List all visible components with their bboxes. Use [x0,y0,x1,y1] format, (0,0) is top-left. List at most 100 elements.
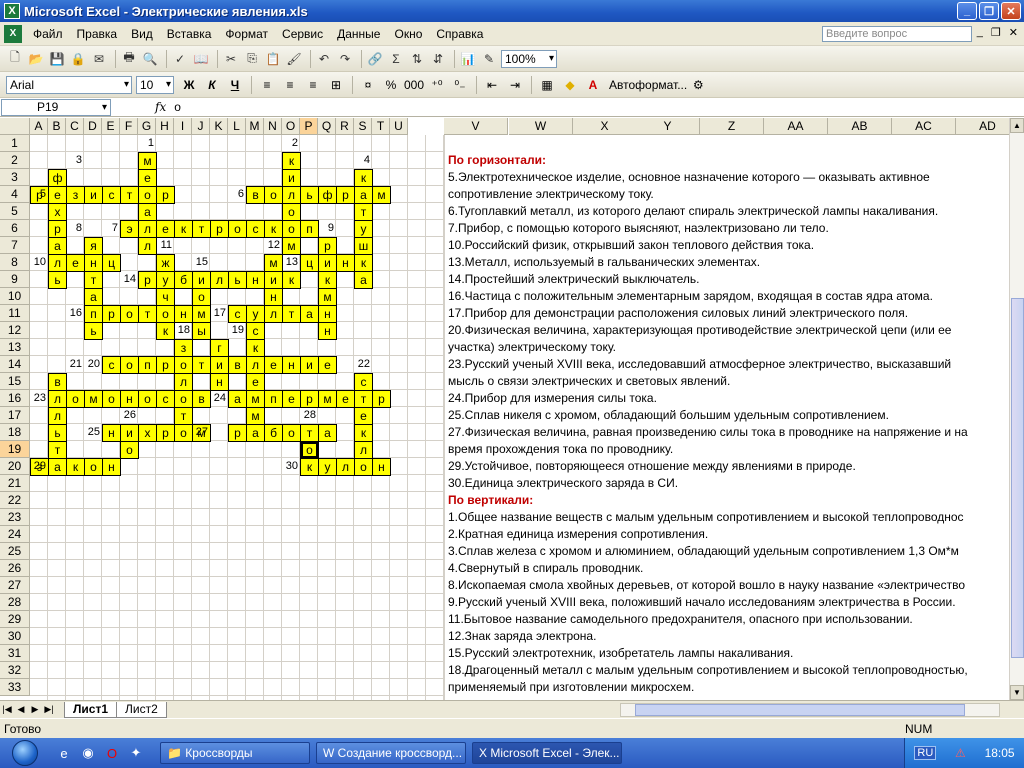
crossword-cell[interactable]: з [174,339,193,357]
research-icon[interactable]: 📖 [192,50,210,68]
crossword-cell[interactable]: ф [318,186,337,204]
row-header-15[interactable]: 15 [0,373,30,390]
crossword-cell[interactable]: м [84,390,103,408]
crossword-cell[interactable]: а [48,237,67,255]
row-header-5[interactable]: 5 [0,203,30,220]
crossword-cell[interactable]: т [300,424,319,442]
next-sheet-icon[interactable]: ▶ [28,704,42,715]
menu-view[interactable]: Вид [124,27,160,41]
crossword-cell[interactable]: о [120,356,139,374]
crossword-cell[interactable]: н [246,271,265,289]
crossword-cell[interactable]: п [264,390,283,408]
clue-text[interactable]: время прохождения тока по проводнику. [448,441,673,458]
crossword-cell[interactable]: ф [48,169,67,187]
crossword-cell[interactable]: н [282,356,301,374]
crossword-cell[interactable]: о [138,186,157,204]
row-header-20[interactable]: 20 [0,458,30,475]
select-all-corner[interactable] [0,118,30,135]
prev-sheet-icon[interactable]: ◀ [14,704,28,715]
crossword-cell[interactable]: з [66,186,85,204]
crossword-cell[interactable]: и [120,424,139,442]
crossword-cell[interactable]: т [174,407,193,425]
column-header-E[interactable]: E [102,118,120,135]
crossword-cell[interactable]: о [282,203,301,221]
crossword-cell[interactable]: т [354,390,373,408]
first-sheet-icon[interactable]: |◀ [0,704,14,715]
clue-text[interactable]: 23.Русский ученый XVIII века, исследовав… [448,356,951,373]
align-center-icon[interactable]: ≡ [279,76,301,94]
column-header-AD[interactable]: AD [956,118,1009,135]
clue-text[interactable]: 5.Электротехническое изделие, основное н… [448,169,930,186]
task-excel[interactable]: X Microsoft Excel - Элек... [472,742,622,764]
crossword-cell[interactable]: о [354,458,373,476]
crossword-cell[interactable]: о [138,390,157,408]
undo-icon[interactable]: ↶ [315,50,333,68]
crossword-cell[interactable]: м [372,186,391,204]
column-header-K[interactable]: K [210,118,228,135]
row-header-21[interactable]: 21 [0,475,30,492]
clue-text[interactable]: 25.Сплав никеля с хромом, обладающий бол… [448,407,889,424]
crossword-cell[interactable]: к [282,271,301,289]
crossword-cell[interactable]: н [318,305,337,323]
crossword-cell[interactable]: р [336,186,355,204]
crossword-cell[interactable]: т [192,356,211,374]
crossword-cell[interactable]: г [210,339,229,357]
ie-icon[interactable]: e [54,743,74,763]
doc-minimize-button[interactable]: _ [977,26,983,39]
crossword-cell[interactable]: р [372,390,391,408]
autosum-icon[interactable]: Σ [387,50,405,68]
currency-icon[interactable]: ¤ [357,76,379,94]
column-header-L[interactable]: L [228,118,246,135]
underline-button[interactable]: Ч [224,76,246,94]
crossword-cell[interactable]: е [138,169,157,187]
crossword-cell[interactable]: р [300,390,319,408]
crossword-cell[interactable]: н [210,373,229,391]
crossword-cell[interactable]: т [192,220,211,238]
autoformat-button[interactable]: Автоформат... [609,78,687,92]
clue-text[interactable]: 11.Бытовое название самодельного предохр… [448,611,913,628]
row-header-19[interactable]: 19 [0,441,30,458]
crossword-cell[interactable]: о [66,390,85,408]
crossword-cell[interactable]: ш [354,237,373,255]
chrome-icon[interactable]: ◉ [78,743,98,763]
open-icon[interactable]: 📂 [27,50,45,68]
crossword-cell[interactable]: л [282,186,301,204]
column-header-G[interactable]: G [138,118,156,135]
clue-text[interactable]: 4.Свернутый в спираль проводник. [448,560,643,577]
crossword-cell[interactable]: н [372,458,391,476]
row-header-7[interactable]: 7 [0,237,30,254]
crossword-cell[interactable]: м [264,254,283,272]
minimize-button[interactable]: _ [957,2,977,20]
crossword-cell[interactable]: а [354,186,373,204]
crossword-cell[interactable]: и [84,186,103,204]
row-header-8[interactable]: 8 [0,254,30,271]
crossword-cell[interactable]: л [210,271,229,289]
crossword-cell[interactable]: о [228,220,247,238]
menu-data[interactable]: Данные [330,27,387,41]
row-header-11[interactable]: 11 [0,305,30,322]
crossword-cell[interactable]: о [84,458,103,476]
italic-button[interactable]: К [201,76,223,94]
row-header-10[interactable]: 10 [0,288,30,305]
clue-text[interactable]: 18.Драгоценный металл с малым удельным с… [448,662,968,679]
crossword-cell[interactable]: а [300,305,319,323]
crossword-cell[interactable]: е [282,390,301,408]
column-header-T[interactable]: T [372,118,390,135]
crossword-cell[interactable]: л [174,373,193,391]
crossword-cell[interactable]: и [210,356,229,374]
crossword-cell[interactable]: о [174,390,193,408]
row-header-1[interactable]: 1 [0,135,30,152]
crossword-cell[interactable]: р [228,424,247,442]
vertical-scroll-thumb[interactable] [1011,298,1024,658]
crossword-cell[interactable]: к [246,339,265,357]
crossword-cell[interactable]: т [84,271,103,289]
column-header-R[interactable]: R [336,118,354,135]
crossword-cell[interactable]: е [48,186,67,204]
crossword-cell[interactable]: м [318,288,337,306]
crossword-cell[interactable]: у [354,220,373,238]
fill-color-icon[interactable]: ◆ [559,76,581,94]
row-header-6[interactable]: 6 [0,220,30,237]
clue-text[interactable]: участка) электрическому току. [448,339,616,356]
clue-text[interactable]: 15.Русский электротехник, изобретатель л… [448,645,793,662]
clue-text[interactable]: 12.Знак заряда электрона. [448,628,596,645]
